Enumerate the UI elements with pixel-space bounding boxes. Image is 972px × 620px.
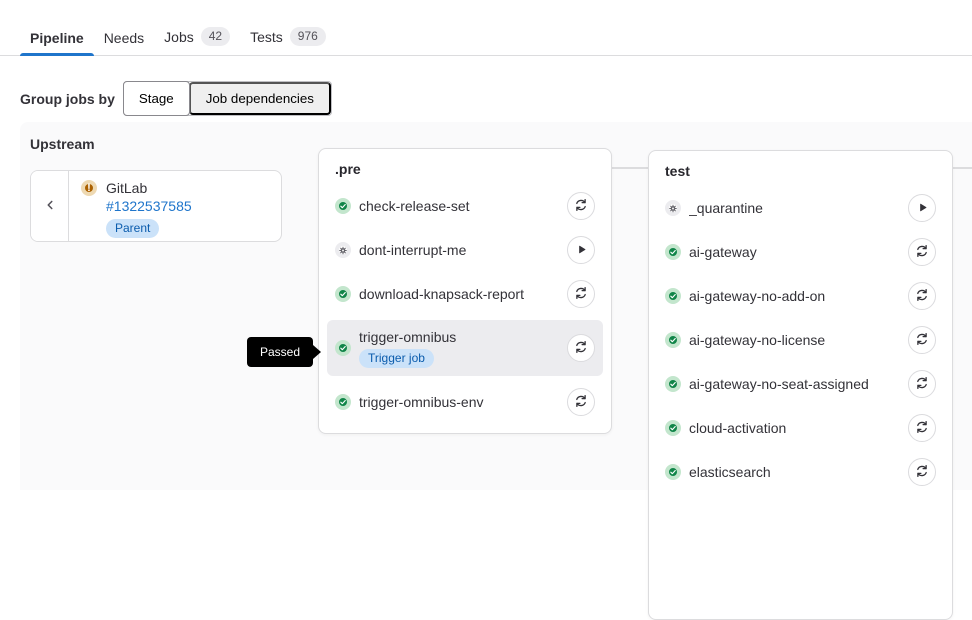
play-job-button[interactable] <box>908 194 936 222</box>
group-jobs-by-segmented: StageJob dependencies <box>123 81 332 116</box>
status-passed-icon <box>665 464 681 480</box>
stage-name: test <box>649 151 952 186</box>
status-passed-icon <box>335 394 351 410</box>
stage-column-test: test _quarantine ai-gateway ai-gateway-n… <box>648 150 953 620</box>
status-manual-gear-icon <box>335 242 351 258</box>
tab-label: Tests <box>250 29 283 45</box>
group-by-option-job-dependencies[interactable]: Job dependencies <box>189 82 331 115</box>
job-row-check-release-set[interactable]: check-release-set <box>327 184 603 228</box>
retry-icon <box>915 288 929 305</box>
retry-job-button[interactable] <box>908 370 936 398</box>
retry-icon <box>915 376 929 393</box>
job-name: ai-gateway-no-seat-assigned <box>689 376 908 393</box>
job-name: trigger-omnibus <box>359 329 567 346</box>
job-row-ai-gateway-no-add-on[interactable]: ai-gateway-no-add-on <box>657 274 944 318</box>
stage-column-pre: .pre check-release-set dont-interrupt-me… <box>318 148 612 434</box>
job-row-ai-gateway-no-seat-assigned[interactable]: ai-gateway-no-seat-assigned <box>657 362 944 406</box>
status-warning-icon: ! <box>81 180 97 196</box>
stage-connector-line <box>953 167 972 169</box>
retry-job-button[interactable] <box>567 280 595 308</box>
job-name: ai-gateway-no-license <box>689 332 908 349</box>
retry-icon <box>915 420 929 437</box>
status-passed-icon <box>665 244 681 260</box>
status-passed-icon <box>665 420 681 436</box>
status-passed-icon <box>665 288 681 304</box>
job-name: ai-gateway-no-add-on <box>689 288 908 305</box>
job-row-ai-gateway[interactable]: ai-gateway <box>657 230 944 274</box>
job-row-cloud-activation[interactable]: cloud-activation <box>657 406 944 450</box>
play-icon <box>576 243 587 258</box>
tab-count-badge: 42 <box>201 27 230 46</box>
retry-icon <box>915 464 929 481</box>
job-name: check-release-set <box>359 198 567 215</box>
job-row-download-knapsack-report[interactable]: download-knapsack-report <box>327 272 603 316</box>
retry-job-button[interactable] <box>567 334 595 362</box>
retry-job-button[interactable] <box>908 282 936 310</box>
job-name: elasticsearch <box>689 464 908 481</box>
job-name: ai-gateway <box>689 244 908 261</box>
retry-job-button[interactable] <box>567 388 595 416</box>
tab-label: Jobs <box>164 29 194 45</box>
trigger-job-badge: Trigger job <box>359 349 434 368</box>
group-jobs-by-control: Group jobs by StageJob dependencies <box>20 81 332 116</box>
pipeline-graph-canvas: Upstream ! GitLab #1322537585 Parent .pr… <box>20 122 972 490</box>
tab-label: Needs <box>104 30 144 46</box>
job-row-trigger-omnibus-env[interactable]: trigger-omnibus-env <box>327 380 603 424</box>
retry-icon <box>915 244 929 261</box>
status-passed-icon <box>335 340 351 356</box>
retry-icon <box>574 394 588 411</box>
retry-job-button[interactable] <box>567 192 595 220</box>
job-name: cloud-activation <box>689 420 908 437</box>
stage-connector-line <box>612 167 648 169</box>
stage-name: .pre <box>319 149 611 184</box>
tab-needs[interactable]: Needs <box>94 21 154 55</box>
upstream-pipeline-card: ! GitLab #1322537585 Parent <box>30 170 282 242</box>
tooltip-text: Passed <box>260 345 300 359</box>
upstream-pipeline-link[interactable]: #1322537585 <box>106 197 192 215</box>
retry-job-button[interactable] <box>908 238 936 266</box>
tab-count-badge: 976 <box>290 27 326 46</box>
tooltip-arrow <box>313 345 321 359</box>
job-row-elasticsearch[interactable]: elasticsearch <box>657 450 944 494</box>
job-list: _quarantine ai-gateway ai-gateway-no-add… <box>649 186 952 494</box>
retry-icon <box>574 340 588 357</box>
status-passed-icon <box>335 286 351 302</box>
retry-icon <box>574 286 588 303</box>
play-icon <box>917 201 928 216</box>
upstream-section-title: Upstream <box>30 136 95 152</box>
tab-tests[interactable]: Tests 976 <box>240 18 336 55</box>
status-manual-gear-icon <box>665 200 681 216</box>
job-status-tooltip: Passed <box>247 337 313 367</box>
chevron-left-icon <box>43 198 57 215</box>
job-name: _quarantine <box>689 200 908 217</box>
job-name: trigger-omnibus-env <box>359 394 567 411</box>
status-passed-icon <box>665 376 681 392</box>
status-passed-icon <box>335 198 351 214</box>
play-job-button[interactable] <box>567 236 595 264</box>
parent-badge: Parent <box>106 219 159 238</box>
group-jobs-by-label: Group jobs by <box>20 91 115 107</box>
retry-job-button[interactable] <box>908 414 936 442</box>
retry-job-button[interactable] <box>908 326 936 354</box>
job-name: download-knapsack-report <box>359 286 567 303</box>
collapse-upstream-button[interactable] <box>31 171 69 241</box>
job-row-dont-interrupt-me[interactable]: dont-interrupt-me <box>327 228 603 272</box>
job-row-ai-gateway-no-license[interactable]: ai-gateway-no-license <box>657 318 944 362</box>
retry-icon <box>915 332 929 349</box>
job-row-trigger-omnibus[interactable]: trigger-omnibus Trigger job <box>327 320 603 376</box>
upstream-project-name: GitLab <box>106 180 192 197</box>
job-name: dont-interrupt-me <box>359 242 567 259</box>
pipeline-tabs: Pipeline Needs Jobs 42 Tests 976 <box>0 0 972 56</box>
tab-label: Pipeline <box>30 30 84 46</box>
job-row-_quarantine[interactable]: _quarantine <box>657 186 944 230</box>
status-passed-icon <box>665 332 681 348</box>
group-by-option-stage[interactable]: Stage <box>123 81 190 116</box>
job-list: check-release-set dont-interrupt-me down… <box>319 184 611 424</box>
tab-jobs[interactable]: Jobs 42 <box>154 18 240 55</box>
tab-pipeline[interactable]: Pipeline <box>20 21 94 55</box>
retry-icon <box>574 198 588 215</box>
